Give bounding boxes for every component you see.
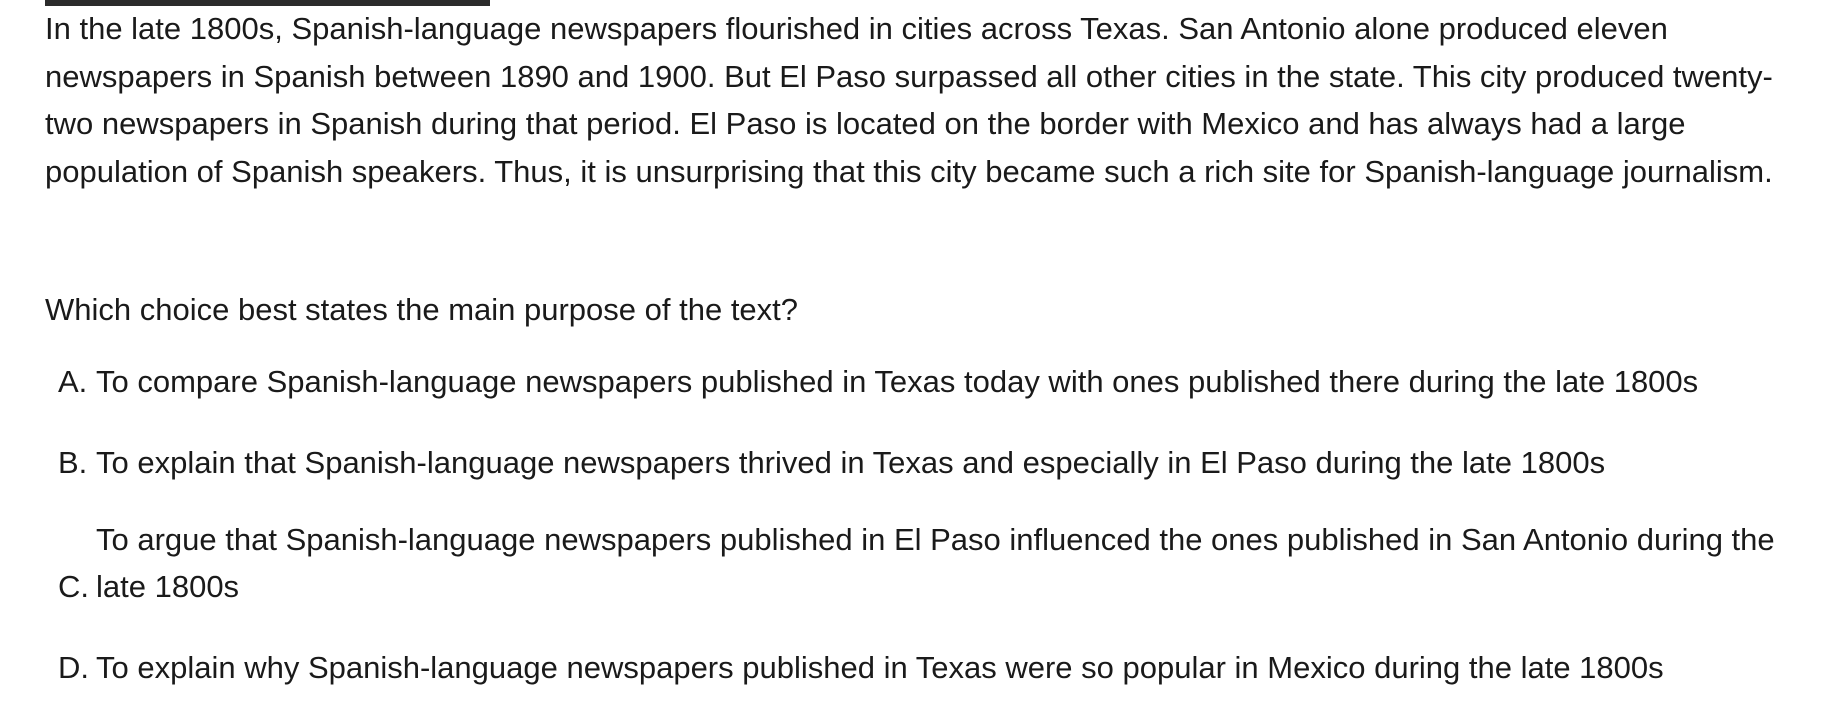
passage-text: In the late 1800s, Spanish-language news… [45,11,1773,189]
choice-text: To argue that Spanish-language newspaper… [96,522,1775,604]
choice-letter: D. [58,650,89,685]
choice-letter: B. [58,445,88,480]
question-prompt: Which choice best states the main purpos… [45,292,799,327]
answer-choice-c[interactable]: C. To argue that Spanish-language newspa… [58,516,1778,610]
choice-letter: A. [58,364,88,399]
answer-choice-b[interactable]: B. To explain that Spanish-language news… [58,439,1778,486]
choice-letter: C. [58,569,89,604]
answer-choice-a[interactable]: A. To compare Spanish-language newspaper… [58,358,1778,405]
choice-text: To explain why Spanish-language newspape… [96,650,1664,685]
choice-text: To explain that Spanish-language newspap… [96,445,1606,480]
answer-choice-d[interactable]: D. To explain why Spanish-language newsp… [58,644,1778,691]
choice-text: To compare Spanish-language newspapers p… [96,364,1699,399]
